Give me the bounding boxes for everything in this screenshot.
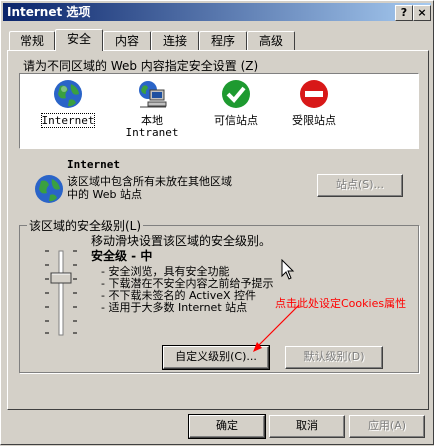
window-title: Internet 选项	[7, 5, 91, 19]
annotation-text: 点击此处设定Cookies属性	[275, 297, 407, 310]
default-level-button[interactable]: 默认级别(D)	[285, 346, 383, 369]
apply-button[interactable]: 应用(A)	[349, 415, 425, 438]
globe-icon	[54, 80, 82, 108]
cancel-button[interactable]: 取消	[269, 415, 345, 438]
custom-level-button[interactable]: 自定义级别(C)...	[162, 345, 270, 370]
zone-local-intranet-label: 本地 Intranet	[125, 114, 179, 139]
close-button[interactable]: ×	[413, 5, 431, 21]
tab-programs[interactable]: 程序	[199, 31, 247, 50]
zone-prompt: 请为不同区域的 Web 内容指定安全设置 (Z)	[23, 59, 259, 73]
sites-button[interactable]: 站点(S)...	[317, 174, 403, 197]
tab-content[interactable]: 内容	[103, 31, 151, 50]
zone-name: Internet	[67, 158, 120, 171]
zone-restricted-sites-label: 受限站点	[292, 114, 336, 127]
tab-connections[interactable]: 连接	[151, 31, 199, 50]
zone-internet-label: Internet	[40, 113, 96, 128]
tab-security[interactable]: 安全	[55, 29, 103, 51]
tab-advanced[interactable]: 高级	[247, 31, 295, 50]
zone-trusted-sites-label: 可信站点	[214, 114, 258, 127]
zone-internet[interactable]: Internet	[28, 78, 108, 128]
security-level-bullet: - 适用于大多数 Internet 站点	[101, 301, 248, 314]
zone-restricted-sites[interactable]: 受限站点	[274, 78, 354, 127]
tab-general[interactable]: 常规	[9, 31, 55, 50]
title-bar: Internet 选项 ? ×	[3, 3, 431, 21]
globe-icon	[35, 175, 63, 203]
zone-description-line2: 中的 Web 站点	[67, 188, 142, 201]
network-computer-icon	[139, 81, 167, 108]
internet-options-window: Internet 选项 ? × 常规 安全 内容 连接 程序 高级 请为不同区域…	[0, 0, 434, 445]
security-level-slider[interactable]	[39, 247, 85, 339]
help-button[interactable]: ?	[395, 5, 413, 21]
mouse-pointer-icon	[281, 259, 295, 280]
zone-local-intranet[interactable]: 本地 Intranet	[112, 78, 192, 139]
zone-trusted-sites[interactable]: 可信站点	[196, 78, 276, 127]
ok-button[interactable]: 确定	[188, 414, 266, 439]
no-entry-icon	[300, 80, 328, 108]
checkmark-icon	[222, 80, 250, 108]
zone-list: Internet 本地 Intranet 可信站点 受限站点	[19, 73, 419, 149]
security-level-name: 安全级 - 中	[91, 249, 153, 263]
